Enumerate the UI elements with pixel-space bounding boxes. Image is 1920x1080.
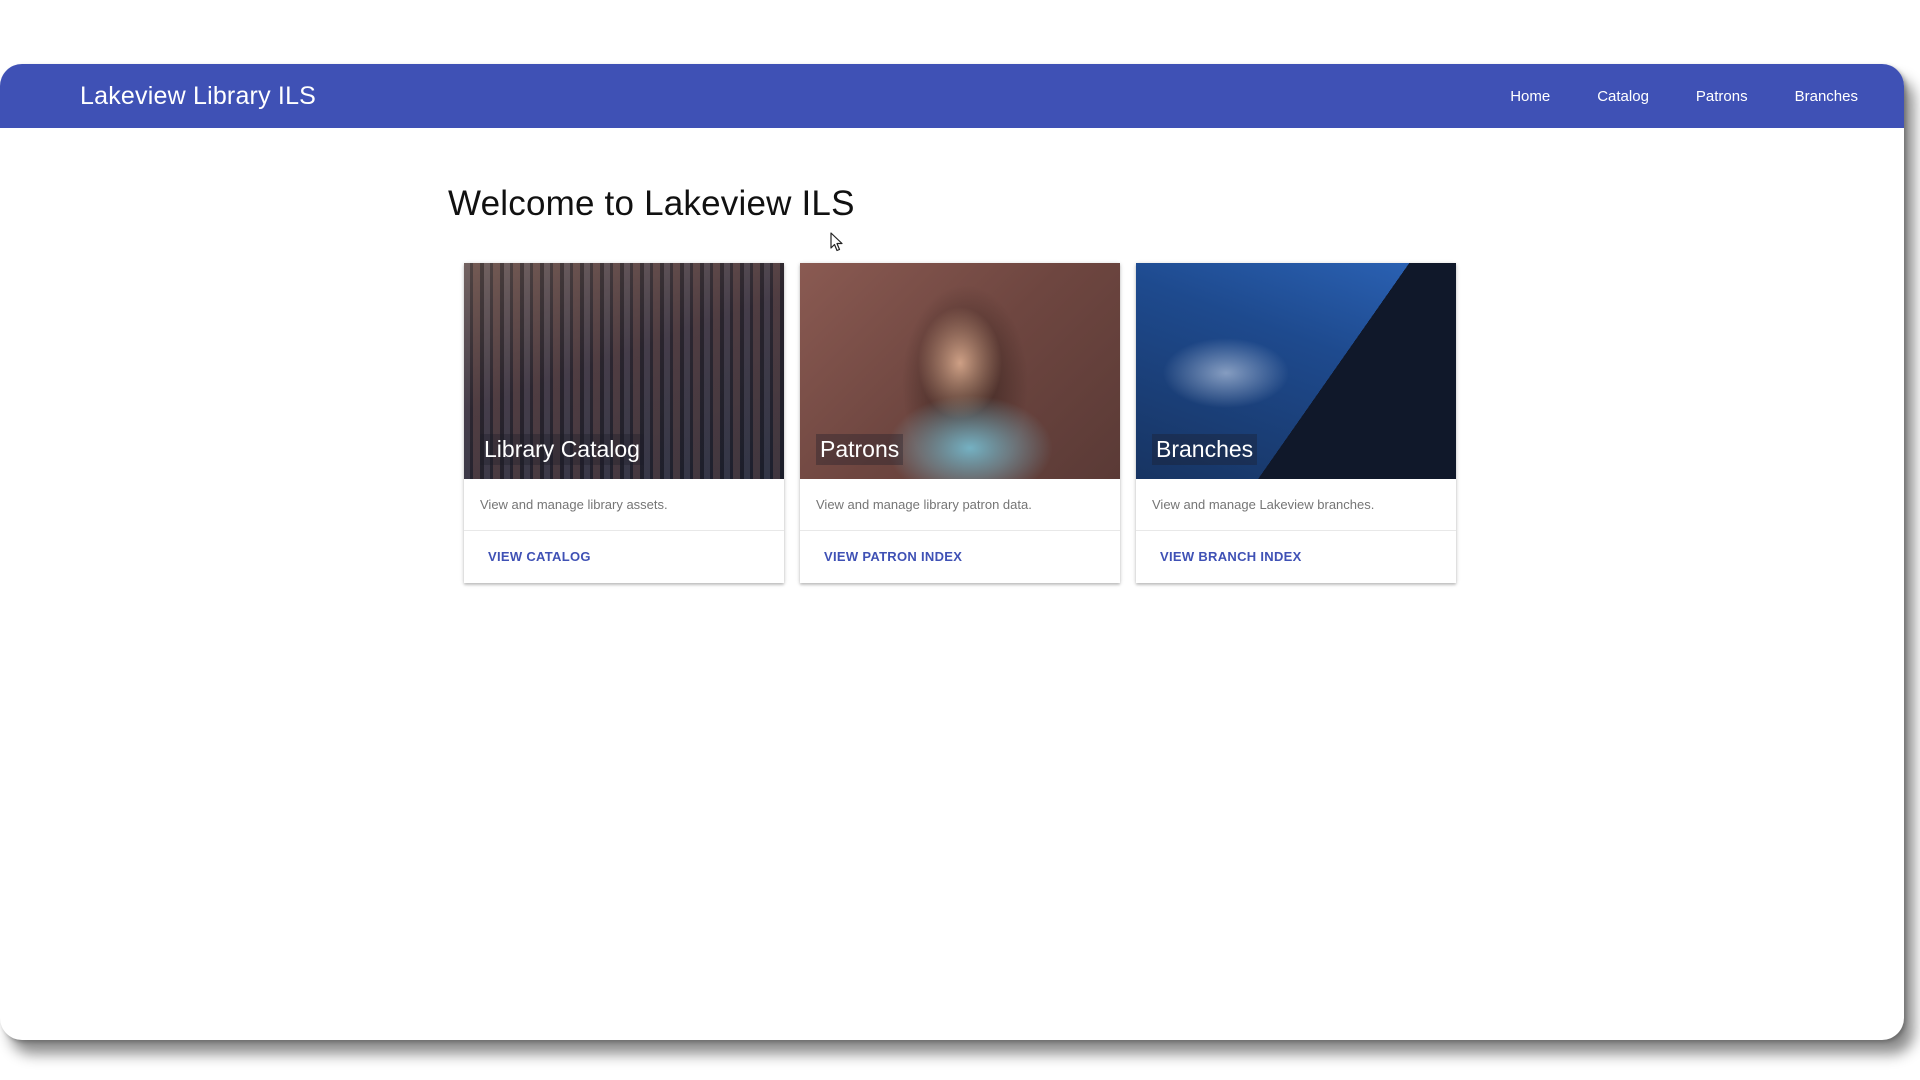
top-navbar: Lakeview Library ILS Home Catalog Patron… (0, 64, 1904, 128)
browser-window: Lakeview Library ILS Home Catalog Patron… (0, 64, 1904, 1040)
card-description: View and manage library assets. (464, 479, 784, 531)
view-catalog-button[interactable]: VIEW CATALOG (464, 531, 784, 583)
nav-item-home[interactable]: Home (1510, 88, 1550, 105)
card-title: Patrons (816, 434, 904, 465)
nav-item-catalog[interactable]: Catalog (1597, 88, 1649, 105)
screen: Lakeview Library ILS Home Catalog Patron… (0, 0, 1920, 1080)
page-title: Welcome to Lakeview ILS (448, 184, 855, 223)
card-image-reader: Patrons (800, 263, 1120, 479)
card-branches: Branches View and manage Lakeview branch… (1136, 263, 1456, 583)
nav-item-patrons[interactable]: Patrons (1696, 88, 1748, 105)
main-content: Welcome to Lakeview ILS Library Catalog … (448, 184, 1468, 583)
view-patron-index-button[interactable]: VIEW PATRON INDEX (800, 531, 1120, 583)
card-image-bookshelf: Library Catalog (464, 263, 784, 479)
card-title: Library Catalog (480, 434, 644, 465)
view-branch-index-button[interactable]: VIEW BRANCH INDEX (1136, 531, 1456, 583)
card-patrons: Patrons View and manage library patron d… (800, 263, 1120, 583)
card-catalog: Library Catalog View and manage library … (464, 263, 784, 583)
card-grid: Library Catalog View and manage library … (464, 263, 1472, 583)
nav-item-branches[interactable]: Branches (1795, 88, 1858, 105)
card-image-building: Branches (1136, 263, 1456, 479)
mouse-cursor-icon (830, 232, 843, 252)
card-description: View and manage Lakeview branches. (1136, 479, 1456, 531)
nav-menu: Home Catalog Patrons Branches (1463, 64, 1858, 128)
card-title: Branches (1152, 434, 1258, 465)
app-brand[interactable]: Lakeview Library ILS (80, 64, 316, 128)
card-description: View and manage library patron data. (800, 479, 1120, 531)
